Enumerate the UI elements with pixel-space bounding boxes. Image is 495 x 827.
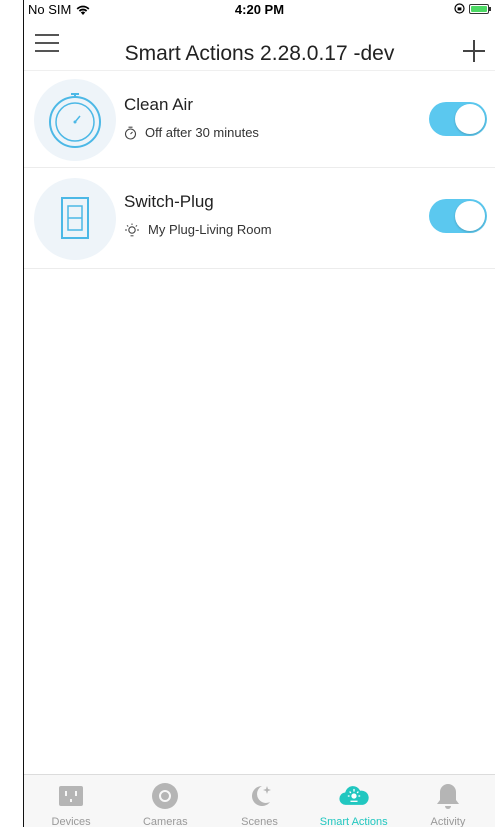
cloud-sparkle-icon (339, 786, 369, 805)
app-window: No SIM 4:20 PM Smart Actions 2.28.0.17 -… (24, 0, 495, 827)
timer-icon (49, 93, 101, 148)
toggle-knob (455, 201, 485, 231)
tab-smart-actions[interactable]: Smart Actions (307, 775, 401, 827)
outlet-icon (59, 786, 84, 806)
bell-icon (436, 784, 459, 809)
orientation-lock-icon (454, 3, 465, 14)
action-subtitle: My Plug-Living Room (124, 222, 272, 237)
status-bar: No SIM 4:20 PM (24, 0, 495, 20)
moon-icon (251, 786, 271, 806)
tab-label: Smart Actions (319, 816, 388, 827)
tab-label: Scenes (241, 816, 278, 827)
list-item-clean-air[interactable]: Clean Air Off after 30 minutes (24, 71, 495, 168)
tab-label: Cameras (142, 816, 188, 827)
plus-icon[interactable] (461, 38, 487, 64)
camera-icon (152, 783, 179, 809)
battery-icon (469, 3, 491, 14)
stopwatch-icon (124, 126, 137, 140)
page-title: Smart Actions 2.28.0.17 -dev (124, 42, 395, 65)
light-switch-icon (61, 197, 89, 239)
tab-scenes[interactable]: Scenes (212, 775, 306, 827)
status-right (454, 3, 491, 14)
bulb-icon (125, 223, 139, 236)
switch-plug-toggle[interactable] (429, 199, 487, 233)
tab-label: Activity (430, 816, 466, 827)
navigation-bar: Smart Actions 2.28.0.17 -dev (24, 20, 495, 71)
tab-activity[interactable]: Activity (401, 775, 495, 827)
tab-devices[interactable]: Devices (24, 775, 118, 827)
action-title: Switch-Plug (124, 192, 214, 211)
toggle-knob (455, 104, 485, 134)
action-title: Clean Air (124, 95, 193, 114)
action-avatar (34, 178, 116, 260)
status-time: 4:20 PM (234, 2, 285, 17)
list-item-switch-plug[interactable]: Switch-Plug My Plug-Living Room (24, 168, 495, 269)
hamburger-menu-icon[interactable] (35, 34, 59, 52)
action-subtitle: Off after 30 minutes (124, 125, 259, 140)
phone-screen: No SIM 4:20 PM Smart Actions 2.28.0.17 -… (0, 0, 495, 827)
clean-air-toggle[interactable] (429, 102, 487, 136)
smart-actions-list: Clean Air Off after 30 minutes Switch-Pl… (24, 71, 495, 269)
tab-label: Devices (51, 816, 91, 827)
action-subtitle-text: My Plug-Living Room (148, 222, 272, 237)
tab-cameras[interactable]: Cameras (118, 775, 212, 827)
action-avatar (34, 79, 116, 161)
tab-bar: Devices Cameras Scenes Smart Actions Act… (24, 774, 495, 827)
action-subtitle-text: Off after 30 minutes (145, 125, 259, 140)
